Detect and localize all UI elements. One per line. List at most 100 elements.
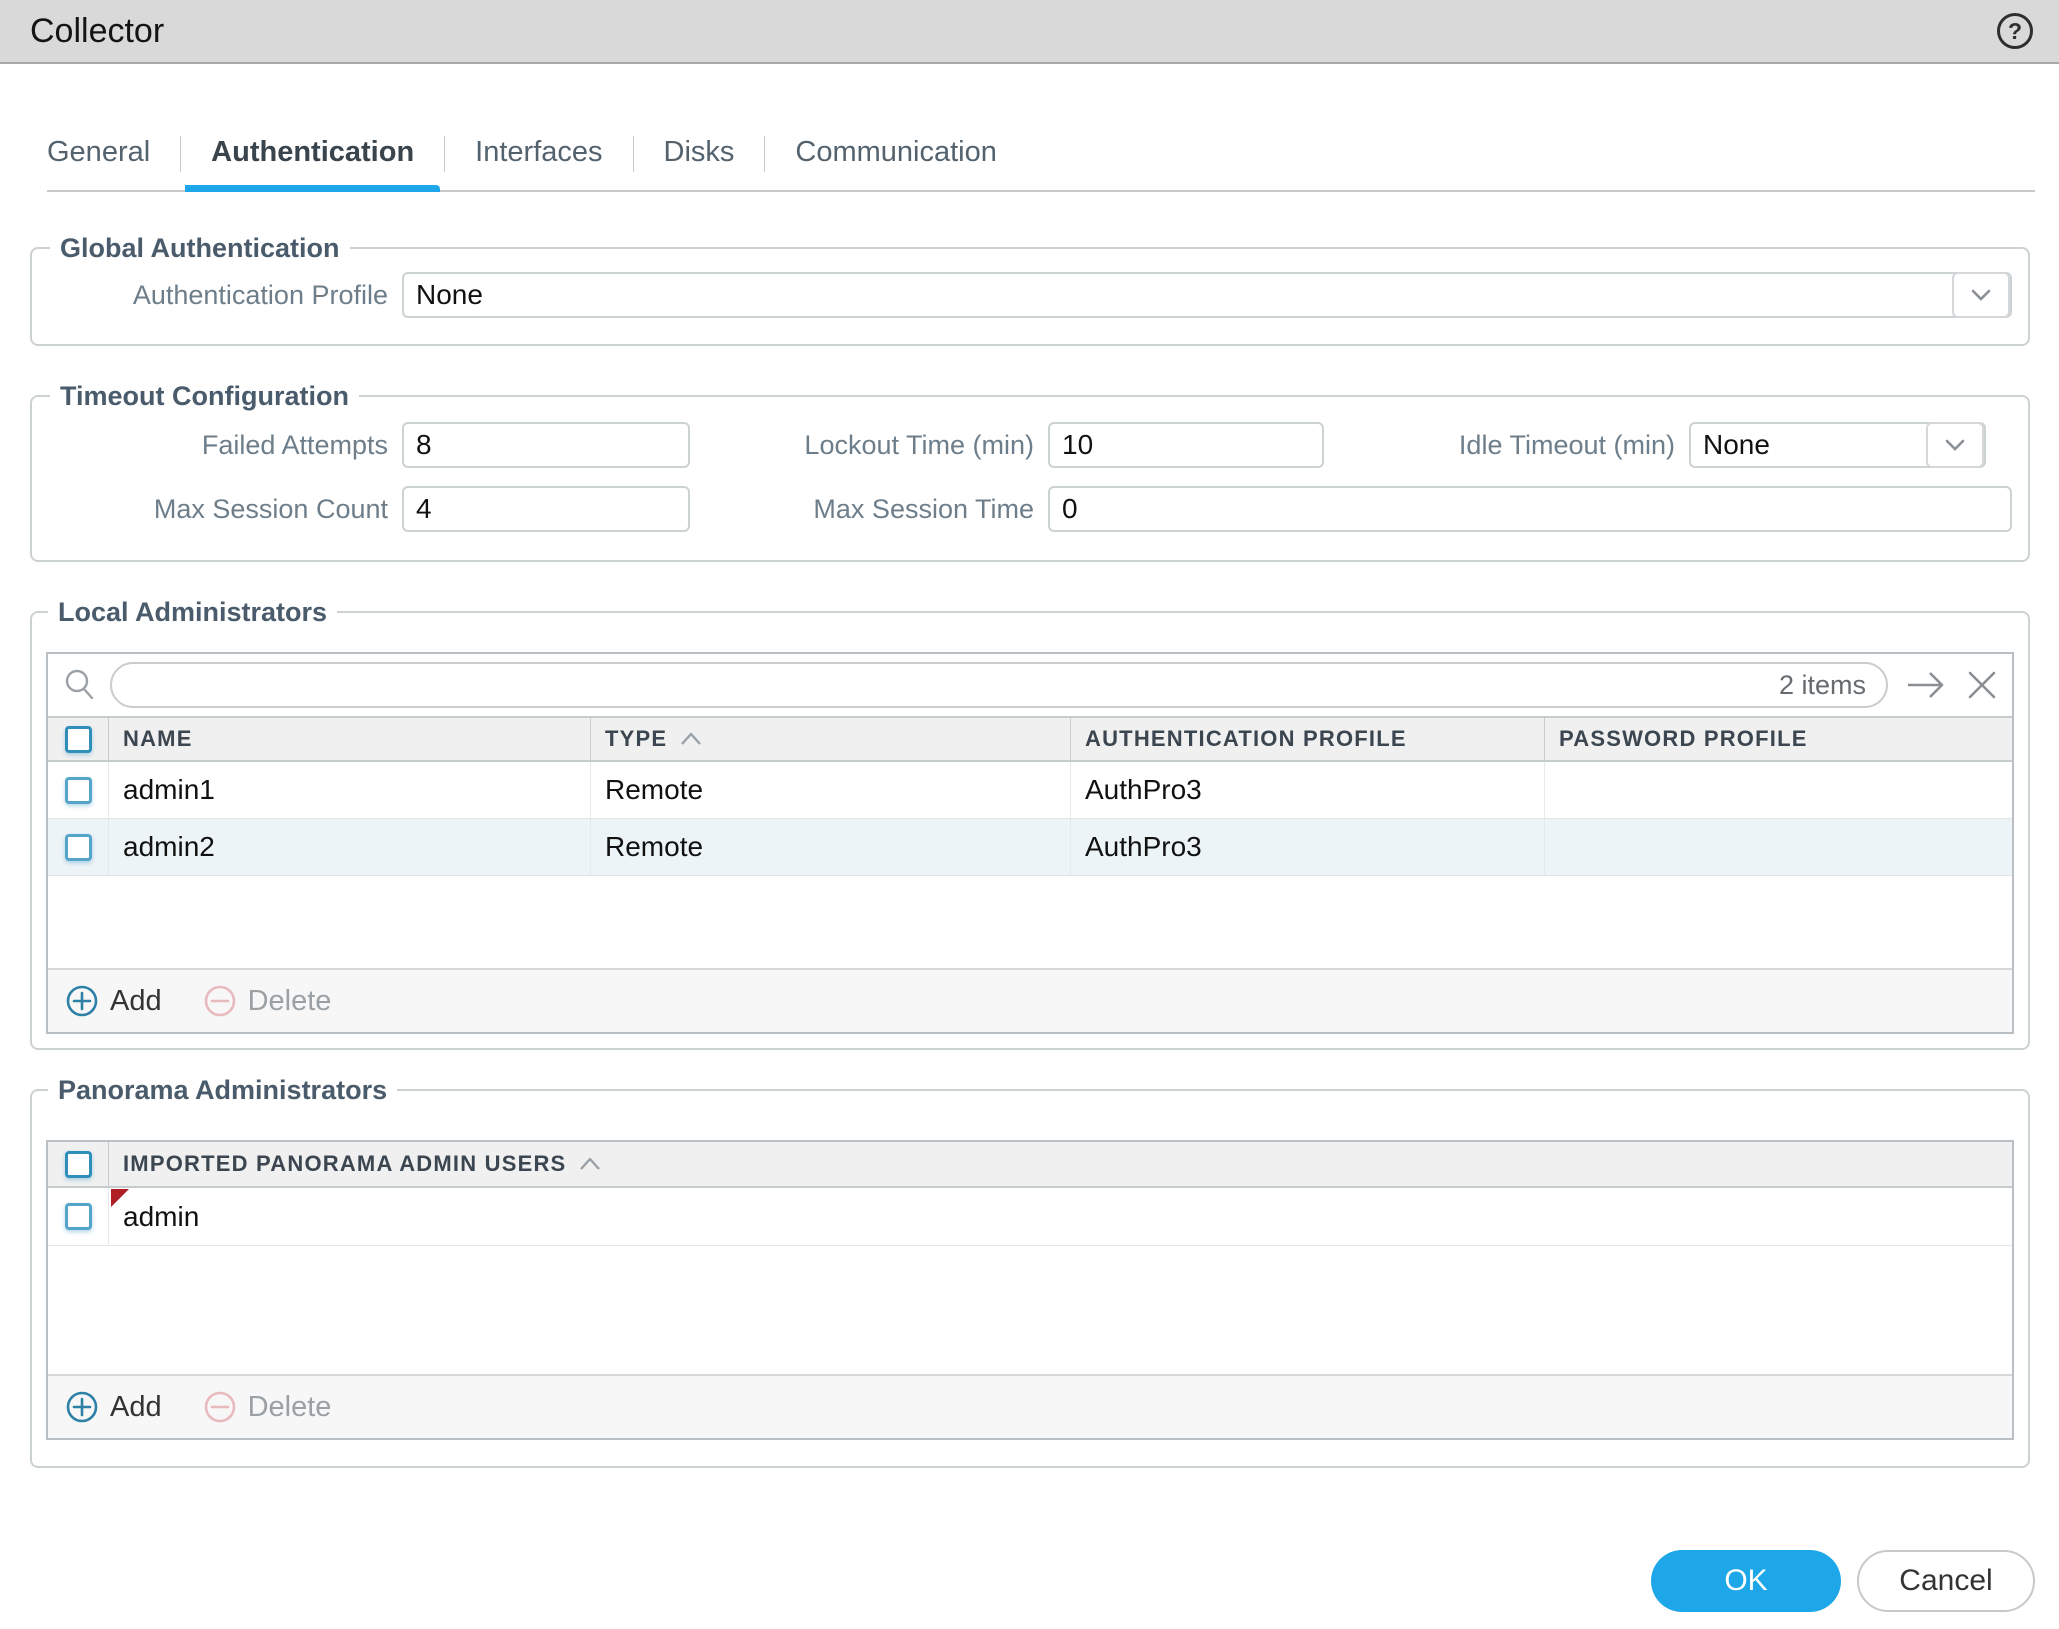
panorama-administrators-table: IMPORTED PANORAMA ADMIN USERS admin Add … [46, 1140, 2014, 1440]
tab-interfaces[interactable]: Interfaces [445, 134, 632, 190]
dialog-actions: OK Cancel [0, 1550, 2059, 1612]
table-header-row: NAME TYPE AUTHENTICATION PROFILE PASSWOR… [48, 716, 2012, 762]
delete-button-label: Delete [248, 985, 332, 1018]
cell-authentication-profile: AuthPro3 [1070, 819, 1544, 875]
local-administrators-section: Local Administrators 2 items NAME TYPE [30, 596, 2030, 1050]
search-input[interactable] [132, 670, 1779, 701]
table-row[interactable]: admin1 Remote AuthPro3 [48, 762, 2012, 819]
tab-general[interactable]: General [47, 134, 180, 190]
table-footer: Add Delete [48, 968, 2012, 1032]
max-session-time-input[interactable] [1048, 486, 2012, 532]
add-icon [64, 1389, 100, 1425]
table-row[interactable]: admin2 Remote AuthPro3 [48, 819, 2012, 876]
search-pill: 2 items [110, 662, 1888, 708]
apply-filter-arrow-icon[interactable] [1904, 667, 1948, 703]
help-icon[interactable]: ? [1997, 13, 2033, 49]
cell-type: Remote [590, 762, 1070, 818]
tab-authentication-label: Authentication [211, 136, 414, 168]
cell-name: admin1 [108, 762, 590, 818]
items-count: 2 items [1779, 670, 1866, 701]
add-icon [64, 983, 100, 1019]
table-empty-area [48, 1246, 2012, 1374]
sort-asc-icon [679, 730, 703, 748]
add-button-label: Add [110, 985, 162, 1018]
row-checkbox[interactable] [65, 834, 92, 861]
column-header-imported-panorama-admin-users[interactable]: IMPORTED PANORAMA ADMIN USERS [108, 1142, 2012, 1186]
authentication-profile-select[interactable]: None [402, 272, 2012, 318]
failed-attempts-input[interactable] [402, 422, 690, 468]
cell-password-profile [1544, 819, 2012, 875]
authentication-profile-label: Authentication Profile [48, 280, 402, 311]
select-all-checkbox[interactable] [65, 1151, 92, 1178]
table-search-row: 2 items [48, 654, 2012, 716]
row-checkbox-cell [48, 1188, 108, 1245]
failed-attempts-label: Failed Attempts [48, 430, 402, 461]
column-header-authentication-profile[interactable]: AUTHENTICATION PROFILE [1070, 718, 1544, 760]
cell-imported-admin-user-label: admin [123, 1201, 199, 1233]
idle-timeout-select[interactable]: None [1689, 422, 1986, 468]
delete-button[interactable]: Delete [202, 1389, 332, 1425]
add-button-label: Add [110, 1391, 162, 1424]
table-header-row: IMPORTED PANORAMA ADMIN USERS [48, 1142, 2012, 1188]
table-footer: Add Delete [48, 1374, 2012, 1438]
idle-timeout-value: None [1703, 429, 1770, 461]
sort-asc-icon [578, 1155, 602, 1173]
header-checkbox-cell [48, 718, 108, 760]
tab-communication[interactable]: Communication [765, 134, 1026, 190]
tab-bar: General Authentication Interfaces Disks … [47, 134, 2035, 192]
header-checkbox-cell [48, 1142, 108, 1186]
clear-filter-x-icon[interactable] [1964, 667, 2000, 703]
panorama-administrators-legend: Panorama Administrators [48, 1074, 397, 1106]
panorama-administrators-section: Panorama Administrators IMPORTED PANORAM… [30, 1074, 2030, 1468]
dialog-titlebar: Collector ? [0, 0, 2059, 64]
max-session-time-label: Max Session Time [690, 494, 1048, 525]
column-header-password-profile-label: PASSWORD PROFILE [1559, 726, 1808, 752]
idle-timeout-label: Idle Timeout (min) [1324, 430, 1689, 461]
timeout-configuration-section: Timeout Configuration Failed Attempts Lo… [30, 380, 2030, 562]
column-header-authentication-profile-label: AUTHENTICATION PROFILE [1085, 726, 1407, 752]
column-header-type-label: TYPE [605, 726, 667, 752]
delete-icon [202, 983, 238, 1019]
global-authentication-section: Global Authentication Authentication Pro… [30, 232, 2030, 346]
lockout-time-input[interactable] [1048, 422, 1324, 468]
authentication-profile-value: None [416, 279, 483, 311]
table-row[interactable]: admin [48, 1188, 2012, 1246]
lockout-time-label: Lockout Time (min) [690, 430, 1048, 461]
column-header-type[interactable]: TYPE [590, 718, 1070, 760]
row-checkbox[interactable] [65, 1203, 92, 1230]
cancel-button[interactable]: Cancel [1857, 1550, 2035, 1612]
search-icon [60, 665, 100, 705]
local-administrators-table: 2 items NAME TYPE AUTHENTICATION PROFILE… [46, 652, 2014, 1034]
table-empty-area [48, 876, 2012, 968]
column-header-name[interactable]: NAME [108, 718, 590, 760]
tab-interfaces-label: Interfaces [475, 136, 602, 168]
row-checkbox-cell [48, 819, 108, 875]
modified-indicator [111, 1189, 129, 1207]
column-header-imported-panorama-admin-users-label: IMPORTED PANORAMA ADMIN USERS [123, 1151, 566, 1177]
row-checkbox-cell [48, 762, 108, 818]
max-session-count-label: Max Session Count [48, 494, 402, 525]
tab-disks[interactable]: Disks [634, 134, 765, 190]
chevron-down-icon [1952, 272, 2010, 318]
add-button[interactable]: Add [64, 1389, 162, 1425]
cell-authentication-profile: AuthPro3 [1070, 762, 1544, 818]
column-header-name-label: NAME [123, 726, 193, 752]
dialog-title: Collector [30, 12, 164, 51]
delete-icon [202, 1389, 238, 1425]
chevron-down-icon [1926, 422, 1984, 468]
tab-general-label: General [47, 136, 150, 168]
global-authentication-legend: Global Authentication [50, 232, 350, 264]
add-button[interactable]: Add [64, 983, 162, 1019]
max-session-count-input[interactable] [402, 486, 690, 532]
tab-communication-label: Communication [795, 136, 996, 168]
delete-button[interactable]: Delete [202, 983, 332, 1019]
row-checkbox[interactable] [65, 777, 92, 804]
tab-authentication[interactable]: Authentication [181, 134, 444, 190]
tab-disks-label: Disks [664, 136, 735, 168]
cell-name: admin2 [108, 819, 590, 875]
cell-imported-admin-user: admin [108, 1188, 2012, 1245]
select-all-checkbox[interactable] [65, 726, 92, 753]
ok-button[interactable]: OK [1651, 1550, 1841, 1612]
column-header-password-profile[interactable]: PASSWORD PROFILE [1544, 718, 2012, 760]
delete-button-label: Delete [248, 1391, 332, 1424]
